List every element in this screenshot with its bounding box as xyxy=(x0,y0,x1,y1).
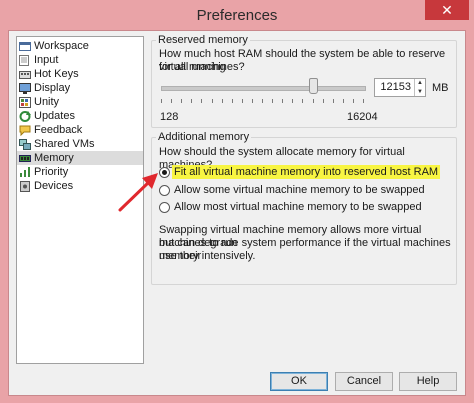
unit-label: MB xyxy=(432,82,449,94)
reserved-memory-spinbox[interactable]: 12153 ▲ ▼ xyxy=(374,78,426,97)
unity-icon xyxy=(19,96,31,108)
slider-tick xyxy=(353,99,354,103)
spin-up-icon[interactable]: ▲ xyxy=(415,79,425,88)
slider-tick xyxy=(201,99,202,103)
slider-tick xyxy=(302,99,303,103)
radio-allow-most-button[interactable] xyxy=(159,201,170,213)
slider-tick xyxy=(222,99,223,103)
slider-tick xyxy=(161,99,162,103)
workspace-icon xyxy=(19,41,31,52)
sidebar-item-label: Updates xyxy=(34,110,75,122)
updates-icon xyxy=(19,110,31,122)
radio-allow-most-label: Allow most virtual machine memory to be … xyxy=(174,201,422,213)
slider-max-label: 16204 xyxy=(347,111,378,123)
feedback-icon xyxy=(19,125,31,136)
sidebar-item-label: Hot Keys xyxy=(34,68,79,80)
slider-tick xyxy=(282,99,283,103)
cancel-button[interactable]: Cancel xyxy=(335,372,393,391)
sidebar-item-label: Feedback xyxy=(34,124,83,136)
radio-allow-most[interactable]: Allow most virtual machine memory to be … xyxy=(159,200,422,214)
sidebar-item-hot-keys[interactable]: Hot Keys xyxy=(17,67,143,81)
memory-icon xyxy=(19,153,31,164)
sidebar-item-updates[interactable]: Updates xyxy=(17,109,143,123)
sidebar-item-input[interactable]: Input xyxy=(17,53,143,67)
sidebar-item-memory[interactable]: Memory xyxy=(17,151,143,165)
reserved-memory-title: Reserved memory xyxy=(156,34,250,46)
window-title: Preferences xyxy=(196,6,278,24)
sidebar-item-label: Unity xyxy=(34,96,60,108)
slider-tick xyxy=(191,99,192,103)
close-button[interactable]: ✕ xyxy=(425,0,469,20)
devices-icon xyxy=(19,180,31,192)
radio-fit-all[interactable]: Fit all virtual machine memory into rese… xyxy=(159,165,441,179)
close-icon: ✕ xyxy=(441,1,453,18)
sidebar-item-shared-vms[interactable]: Shared VMs xyxy=(17,137,143,151)
sidebar-item-label: Devices xyxy=(34,180,74,192)
spin-arrows[interactable]: ▲ ▼ xyxy=(414,79,425,96)
slider-tick xyxy=(333,99,334,103)
sidebar-item-workspace[interactable]: Workspace xyxy=(17,39,143,53)
slider-tick xyxy=(171,99,172,103)
sidebar-item-label: Memory xyxy=(34,152,74,164)
display-icon xyxy=(19,82,31,94)
slider-tick xyxy=(343,99,344,103)
title-bar[interactable]: Preferences ✕ xyxy=(0,0,474,30)
radio-allow-some[interactable]: Allow some virtual machine memory to be … xyxy=(159,183,425,197)
slider-tick xyxy=(363,99,364,103)
hotkeys-icon xyxy=(19,69,31,80)
slider-tick xyxy=(313,99,314,103)
additional-memory-title: Additional memory xyxy=(156,131,252,143)
sidebar-item-label: Workspace xyxy=(34,40,89,52)
priority-icon xyxy=(19,166,31,178)
input-icon xyxy=(19,54,31,66)
ok-button[interactable]: OK xyxy=(270,372,328,391)
slider-tick xyxy=(181,99,182,103)
slider-tick xyxy=(242,99,243,103)
help-button[interactable]: Help xyxy=(399,372,457,391)
slider-tick xyxy=(323,99,324,103)
client-area: Workspace Input Hot Keys Display Unity U… xyxy=(8,30,466,396)
reserved-memory-slider-track[interactable] xyxy=(161,86,366,91)
category-list[interactable]: Workspace Input Hot Keys Display Unity U… xyxy=(16,36,144,364)
radio-fit-all-button[interactable] xyxy=(159,166,170,178)
radio-allow-some-label: Allow some virtual machine memory to be … xyxy=(174,184,425,196)
sidebar-item-devices[interactable]: Devices xyxy=(17,179,143,193)
sidebar-item-label: Shared VMs xyxy=(34,138,95,150)
slider-tick xyxy=(292,99,293,103)
description-line3: memory intensively. xyxy=(159,250,256,262)
slider-tick xyxy=(212,99,213,103)
reserved-memory-slider-thumb[interactable] xyxy=(308,78,318,94)
sidebar-item-label: Priority xyxy=(34,166,69,178)
sidebar-item-unity[interactable]: Unity xyxy=(17,95,143,109)
shared-vms-icon xyxy=(19,138,31,150)
sidebar-item-display[interactable]: Display xyxy=(17,81,143,95)
slider-ticks xyxy=(161,99,364,103)
radio-fit-all-label: Fit all virtual machine memory into rese… xyxy=(172,165,441,179)
additional-memory-group: Additional memory How should the system … xyxy=(151,131,457,285)
sidebar-item-label: Input xyxy=(34,54,59,66)
reserved-memory-group: Reserved memory How much host RAM should… xyxy=(151,34,457,128)
reserved-memory-input[interactable]: 12153 xyxy=(375,79,414,96)
slider-tick xyxy=(232,99,233,103)
radio-allow-some-button[interactable] xyxy=(159,184,170,196)
slider-tick xyxy=(252,99,253,103)
slider-tick xyxy=(272,99,273,103)
sidebar-item-feedback[interactable]: Feedback xyxy=(17,123,143,137)
preferences-window: Preferences ✕ Workspace Input Hot Keys D… xyxy=(0,0,474,403)
spin-down-icon[interactable]: ▼ xyxy=(415,88,425,97)
slider-min-label: 128 xyxy=(160,111,179,123)
reserved-question-line2: virtual machines? xyxy=(159,61,245,73)
sidebar-item-label: Display xyxy=(34,82,71,94)
sidebar-item-priority[interactable]: Priority xyxy=(17,165,143,179)
slider-tick xyxy=(262,99,263,103)
